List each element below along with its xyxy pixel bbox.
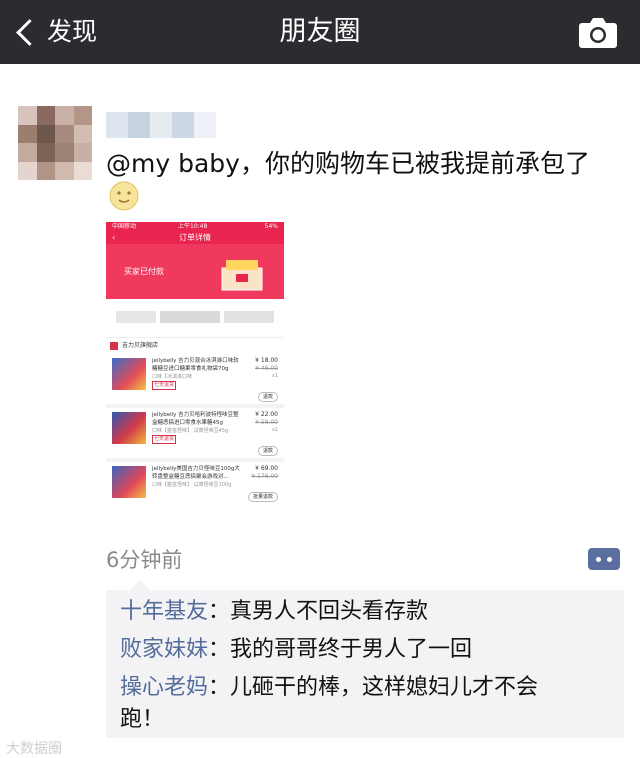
status-time: 上午10:48 <box>178 223 208 230</box>
comments-panel: 十年基友：真男人不回头看存款 败家妹妹：我的哥哥终于男人了一回 操心老妈：儿砸干… <box>106 580 624 738</box>
navbar: 发现 朋友圈 <box>0 0 640 64</box>
paid-label: 买家已付款 <box>124 267 164 276</box>
screenshot-banner: 买家已付款 <box>106 244 284 299</box>
product-qty: x1 <box>271 373 278 379</box>
product-desc: jellybelly 吉力贝哈利波特怪味豆整盒糖恶搞进口零食水果糖45g <box>152 412 239 426</box>
product-old-price: ¥ 46.00 <box>255 365 278 372</box>
comment-author[interactable]: 操心老妈 <box>120 675 208 700</box>
product-sub: 口味【整盒怪味】 试菜怪味豆100g <box>152 482 232 488</box>
refund-button: 退款 <box>257 392 278 402</box>
product-image <box>112 412 146 444</box>
post-text: @my baby，你的购物车已被我提前承包了 <box>106 149 590 178</box>
post-time: 6分钟前 <box>106 548 183 572</box>
product-price: ¥ 22.00 <box>255 411 278 418</box>
batch-refund-button: 批量退款 <box>247 492 278 502</box>
product-desc: jellybelly 吉力贝混合冰淇淋口味软糖糖豆进口糖果零食礼物袋70g <box>152 358 239 372</box>
product-price: ¥ 69.00 <box>255 465 278 472</box>
username-blurred[interactable] <box>106 112 216 138</box>
order-item: jellybelly 吉力贝混合冰淇淋口味软糖糖豆进口糖果零食礼物袋70g 口味… <box>106 354 284 404</box>
refund-button: 退款 <box>257 446 278 456</box>
sun-emoji-icon <box>109 181 139 211</box>
status-carrier: 中国移动 <box>112 223 137 230</box>
shop-row: 吉力贝旗舰店 <box>106 337 284 354</box>
screenshot-title: 订单详情 <box>179 233 211 242</box>
return-tag: 七天退货 <box>152 381 177 390</box>
status-battery: 54% <box>264 223 278 230</box>
product-price: ¥ 18.00 <box>255 357 278 364</box>
watermark: 大数据圈 <box>6 741 62 757</box>
shop-icon <box>110 342 118 350</box>
camera-icon[interactable] <box>578 14 618 50</box>
more-icon[interactable] <box>588 548 620 570</box>
product-sub: 口味【冰淇淋口味 <box>152 374 193 380</box>
avatar[interactable] <box>18 106 92 180</box>
shop-name: 吉力贝旗舰店 <box>122 342 159 349</box>
page-title: 朋友圈 <box>279 16 361 47</box>
product-image <box>112 466 146 498</box>
gift-box-icon <box>221 260 263 291</box>
comment-text: ：真男人不回头看存款 <box>208 599 429 624</box>
comment-author[interactable]: 十年基友 <box>120 599 208 624</box>
screenshot-header: ‹ 订单详情 <box>106 232 284 244</box>
order-item: jellybelly美国吉力贝怪味豆100g大转盘整盒糖豆恶搞聚会游戏对... … <box>106 462 284 512</box>
order-screenshot-image[interactable]: 中国移动 上午10:48 54% ‹ 订单详情 买家已付款 吉力贝旗舰店 jel… <box>106 222 284 512</box>
product-desc: jellybelly美国吉力贝怪味豆100g大转盘整盒糖豆恶搞聚会游戏对... <box>152 466 240 480</box>
product-old-price: ¥ 58.00 <box>255 419 278 426</box>
comment[interactable]: 操心老妈：儿砸干的棒，这样媳妇儿才不会跑！ <box>120 672 580 736</box>
comment-author[interactable]: 败家妹妹 <box>120 637 208 662</box>
product-qty: x1 <box>271 427 278 433</box>
comment[interactable]: 十年基友：真男人不回头看存款 <box>120 596 600 628</box>
product-sub: 口味【整盒怪味】 试菜怪味豆45g <box>152 428 229 434</box>
comment-text: ：我的哥哥终于男人了一回 <box>208 637 473 662</box>
product-image <box>112 358 146 390</box>
screenshot-status-bar: 中国移动 上午10:48 54% <box>106 222 284 232</box>
return-tag: 七天退货 <box>152 435 177 444</box>
product-old-price: ¥ 176.00 <box>251 473 278 480</box>
screenshot-back-icon: ‹ <box>112 233 116 242</box>
screenshot-blurred-address <box>106 299 284 337</box>
order-item: jellybelly 吉力贝哈利波特怪味豆整盒糖恶搞进口零食水果糖45g 口味【… <box>106 408 284 458</box>
comment[interactable]: 败家妹妹：我的哥哥终于男人了一回 <box>120 634 600 666</box>
